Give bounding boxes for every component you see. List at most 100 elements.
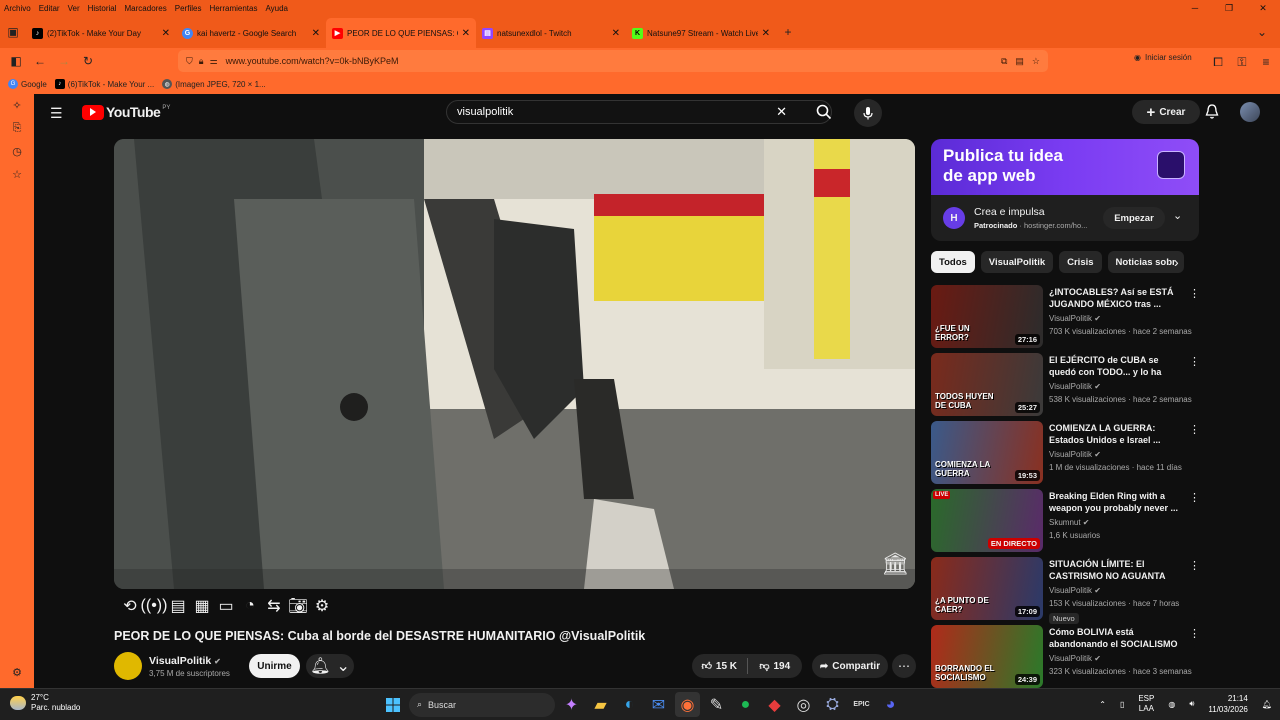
synced-tabs-icon[interactable]: ⎘ xyxy=(0,117,34,140)
menu-herramientas[interactable]: Herramientas xyxy=(205,4,261,13)
new-tab-icon[interactable]: + xyxy=(776,20,800,44)
tab-kick[interactable]: K Natsune97 Stream - Watch Live ✕ xyxy=(626,18,776,48)
discord-icon[interactable]: ◕ xyxy=(878,692,903,717)
bookmarks-icon[interactable]: ☆ xyxy=(0,163,34,186)
weather-widget[interactable]: 27°C Parc. nublado xyxy=(10,693,80,713)
epic-games-icon[interactable]: EPIC xyxy=(849,692,874,717)
audio-only-icon[interactable]: ((•)) xyxy=(141,596,168,616)
extensions-icon[interactable]: ⧠ xyxy=(1206,50,1230,74)
clear-search-icon[interactable]: ✕ xyxy=(776,104,787,120)
signin-button[interactable]: ◉ Iniciar sesión xyxy=(1134,53,1192,62)
minimize-icon[interactable]: ─ xyxy=(1178,0,1212,16)
chip-crisis[interactable]: Crisis xyxy=(1059,251,1102,273)
chips-next-chevron-icon[interactable]: › xyxy=(1174,254,1179,270)
windows-start-icon[interactable] xyxy=(380,692,405,717)
tray-app-icon[interactable]: ▯ xyxy=(1120,700,1124,709)
menu-archivo[interactable]: Archivo xyxy=(0,4,35,13)
close-tab-icon[interactable]: ✕ xyxy=(762,28,770,39)
clock[interactable]: 21:14 11/03/2026 xyxy=(1208,693,1247,715)
close-window-icon[interactable]: ✕ xyxy=(1246,0,1280,16)
video-thumbnail[interactable]: ¿FUE UN ERROR? 27:16 xyxy=(931,285,1043,348)
video-player[interactable]: 🏛︎ xyxy=(114,139,915,589)
ad-banner[interactable]: Publica tu idea de app web xyxy=(931,139,1199,195)
cinema-mode-icon[interactable]: ▦ xyxy=(190,596,214,616)
reader-view-icon[interactable]: ▤ xyxy=(1015,56,1024,67)
bookmark-image[interactable]: ◍ (Imagen JPEG, 720 × 1... xyxy=(162,79,266,89)
menu-ayuda[interactable]: Ayuda xyxy=(261,4,292,13)
more-options-icon[interactable]: ⋮ xyxy=(1189,491,1200,504)
search-input[interactable]: visualpolitik ✕ xyxy=(446,100,832,124)
video-thumbnail[interactable]: TODOS HUYEN DE CUBA 25:27 xyxy=(931,353,1043,416)
close-tab-icon[interactable]: ✕ xyxy=(612,28,620,39)
more-actions-icon[interactable]: ⋯ xyxy=(892,654,916,678)
voice-search-button[interactable] xyxy=(854,99,882,127)
tab-google[interactable]: Gkai havertz - Google Search ✕ xyxy=(176,18,326,48)
speed-icon[interactable]: ◔ xyxy=(238,596,262,616)
history-icon[interactable]: ◷ xyxy=(0,140,34,163)
tab-overview-icon[interactable]: ▣ xyxy=(0,20,26,44)
sidebar-toggle-icon[interactable]: ◧ xyxy=(4,49,28,73)
app-icon[interactable]: ◆ xyxy=(762,692,787,717)
ad-cta-button[interactable]: Empezar xyxy=(1103,207,1165,229)
settings-gear-icon[interactable]: ⚙ xyxy=(0,661,34,684)
channel-watermark-icon[interactable]: 🏛︎ xyxy=(881,551,909,577)
back-icon[interactable]: ← xyxy=(28,49,52,73)
taskbar-search[interactable]: ⌕ Buscar xyxy=(409,692,555,717)
extension-settings-icon[interactable]: ⚙ xyxy=(310,596,334,616)
chip-noticias[interactable]: Noticias sobr xyxy=(1107,251,1184,273)
bookmark-google[interactable]: G Google xyxy=(8,79,47,89)
outlook-icon[interactable]: ✉ xyxy=(646,692,671,717)
tab-twitch[interactable]: ▤ natsunexdlol - Twitch ✕ xyxy=(476,18,626,48)
tab-youtube[interactable]: ▶PEOR DE LO QUE PIENSAS: Cub✕ xyxy=(326,18,476,48)
github-icon[interactable]: ◎ xyxy=(791,692,816,717)
quality-icon[interactable]: ⇆ xyxy=(262,596,286,616)
mini-player-icon[interactable]: ▭ xyxy=(214,596,238,616)
recommendation-item[interactable]: ¿A PUNTO DE CAER? 17:09 SITUACIÓN LÍMITE:… xyxy=(931,557,1201,625)
close-tab-icon[interactable]: ✕ xyxy=(462,28,470,39)
network-icon[interactable]: ◍ xyxy=(1168,700,1175,709)
hamburger-menu-icon[interactable]: ☰ xyxy=(50,105,63,122)
lock-icon[interactable]: 🔒︎ xyxy=(199,56,204,67)
password-manager-icon[interactable]: ⚿ xyxy=(1230,50,1254,74)
user-avatar[interactable] xyxy=(1240,102,1260,122)
sponsored-ad-card[interactable]: Publica tu idea de app web H Crea e impu… xyxy=(931,139,1199,241)
notepad-icon[interactable]: ✎ xyxy=(704,692,729,717)
bookmark-star-icon[interactable]: ☆ xyxy=(1032,56,1040,67)
notifications-icon[interactable]: 🔔︎ xyxy=(1262,700,1272,709)
permissions-icon[interactable]: ⚌ xyxy=(210,56,218,67)
menu-perfiles[interactable]: Perfiles xyxy=(171,4,206,13)
spotify-icon[interactable]: ● xyxy=(733,692,758,717)
more-options-icon[interactable]: ⋮ xyxy=(1189,423,1200,436)
ai-chat-icon[interactable]: ✧ xyxy=(0,94,34,117)
video-thumbnail[interactable]: LIVE EN DIRECTO xyxy=(931,489,1043,552)
dislike-button[interactable]: 👎︎ 194 xyxy=(747,660,802,673)
youtube-logo[interactable]: YouTube PY xyxy=(82,104,170,120)
copilot-icon[interactable]: ✦ xyxy=(559,692,584,717)
forward-icon[interactable]: → xyxy=(52,49,76,73)
like-button[interactable]: 👍︎ 15 K xyxy=(692,660,747,673)
chip-todos[interactable]: Todos xyxy=(931,251,975,273)
steam-icon[interactable]: ⛭ xyxy=(820,692,845,717)
share-button[interactable]: ➦ Compartir xyxy=(812,654,888,678)
tab-tiktok[interactable]: ♪ (2)TikTok - Make Your Day ✕ xyxy=(26,18,176,48)
firefox-icon[interactable]: ◉ xyxy=(675,692,700,717)
language-indicator[interactable]: ESP LAA xyxy=(1138,694,1154,714)
video-thumbnail[interactable]: BORRANDO EL SOCIALISMO 24:39 xyxy=(931,625,1043,688)
url-bar[interactable]: ⛉ 🔒︎ ⚌ www.youtube.com/watch?v=0k-bNByKP… xyxy=(178,50,1048,72)
tray-chevron-up-icon[interactable]: ⌃ xyxy=(1099,700,1106,709)
ad-expand-chevron-icon[interactable]: ⌄ xyxy=(1173,209,1182,222)
recommendation-item[interactable]: BORRANDO EL SOCIALISMO 24:39 Cómo BOLIVIA… xyxy=(931,625,1201,688)
recommendation-item[interactable]: TODOS HUYEN DE CUBA 25:27 El EJÉRCITO de … xyxy=(931,353,1201,421)
menu-ver[interactable]: Ver xyxy=(64,4,84,13)
notifications-bell-icon[interactable] xyxy=(1202,102,1222,122)
close-tab-icon[interactable]: ✕ xyxy=(162,28,170,39)
create-button[interactable]: + Crear xyxy=(1132,100,1200,124)
channel-name[interactable]: VisualPolitik ✔ xyxy=(149,655,221,667)
recommendation-item[interactable]: ¿FUE UN ERROR? 27:16 ¿INTOCABLES? Así se … xyxy=(931,285,1201,353)
restore-icon[interactable]: ❐ xyxy=(1212,0,1246,16)
volume-icon[interactable]: 🔊︎ xyxy=(1189,699,1194,709)
more-options-icon[interactable]: ⋮ xyxy=(1189,627,1200,640)
more-options-icon[interactable]: ⋮ xyxy=(1189,287,1200,300)
reload-icon[interactable]: ↻ xyxy=(76,49,100,73)
close-tab-icon[interactable]: ✕ xyxy=(312,28,320,39)
